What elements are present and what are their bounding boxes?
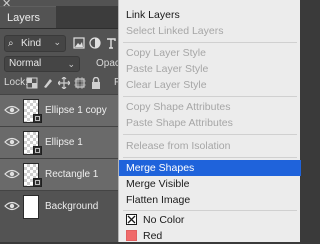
lock-transparent-pixels-icon[interactable] [26,77,38,89]
blend-mode-select[interactable]: Normal ⌄ [4,56,80,72]
menu-item-clear-layer-style[interactable]: Clear Layer Style [119,77,301,93]
menu-item-no-color[interactable]: No Color [119,212,301,228]
menu-item-merge-visible[interactable]: Merge Visible [119,176,301,192]
menu-item-flatten-image[interactable]: Flatten Image [119,192,301,208]
filter-kind-select[interactable]: ⌕ Kind ⌄ [4,35,66,52]
adjustment-layer-filter-icon[interactable] [88,36,102,50]
pixel-layer-filter-icon[interactable] [72,36,86,50]
eye-icon[interactable] [4,200,20,212]
blend-mode-value: Normal [9,58,42,69]
layer-context-menu: Link Layers Select Linked Layers Copy La… [118,0,301,242]
menu-item-label: No Color [143,214,185,226]
no-color-swatch-icon [126,214,137,225]
red-swatch-icon [126,230,137,241]
layer-name[interactable]: Rectangle 1 [45,169,98,180]
chevron-down-icon: ⌄ [53,37,61,47]
filter-kind-label: Kind [21,38,42,49]
menu-item-release-from-isolation[interactable]: Release from Isolation [119,138,301,154]
tab-layers[interactable]: Layers [0,6,56,28]
shape-layer-badge-icon [33,178,42,187]
menu-separator [123,157,297,158]
type-layer-filter-icon[interactable] [104,36,118,50]
menu-separator [123,210,297,211]
menu-item-select-linked-layers[interactable]: Select Linked Layers [119,23,301,39]
menu-separator [123,42,297,43]
layer-thumbnail [23,195,39,219]
layer-name[interactable]: Background [45,201,98,212]
menu-item-copy-shape-attributes[interactable]: Copy Shape Attributes [119,99,301,115]
menu-separator [123,134,297,135]
lock-label: Lock: [4,77,28,88]
shape-layer-badge-icon [33,114,42,123]
eye-icon[interactable] [4,104,20,116]
shape-layer-badge-icon [33,146,42,155]
layer-name[interactable]: Ellipse 1 [45,137,83,148]
lock-artboard-icon[interactable] [74,77,86,89]
menu-item-paste-layer-style[interactable]: Paste Layer Style [119,61,301,77]
lock-all-icon[interactable] [90,77,102,89]
layer-name[interactable]: Ellipse 1 copy [45,105,107,116]
eye-icon[interactable] [4,136,20,148]
eye-icon[interactable] [4,168,20,180]
menu-separator [123,96,297,97]
lock-position-icon[interactable] [58,77,70,89]
menu-item-paste-shape-attributes[interactable]: Paste Shape Attributes [119,115,301,131]
menu-item-merge-shapes[interactable]: Merge Shapes [119,160,301,176]
chevron-down-icon: ⌄ [67,59,75,69]
search-icon: ⌕ [8,38,14,49]
menu-item-copy-layer-style[interactable]: Copy Layer Style [119,45,301,61]
menu-item-link-layers[interactable]: Link Layers [119,7,301,23]
lock-image-pixels-icon[interactable] [42,77,54,89]
